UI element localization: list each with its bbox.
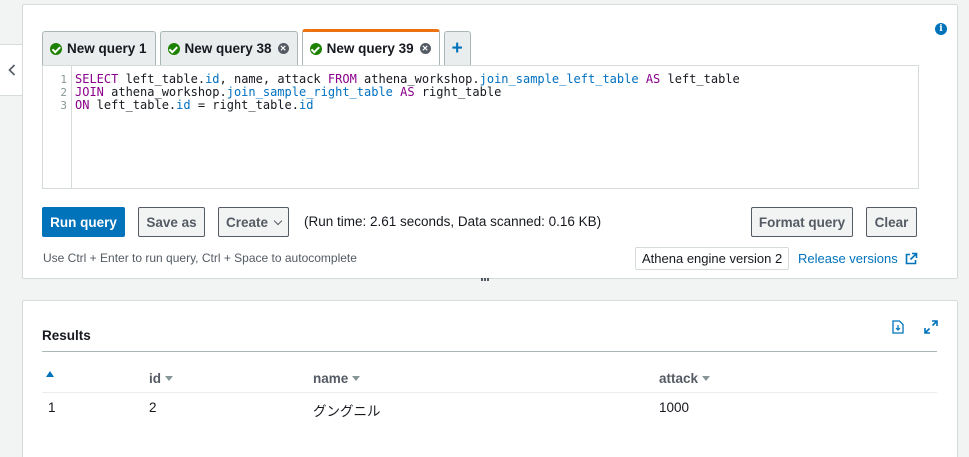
results-title: Results [42, 328, 91, 343]
tab-label: New query 1 [67, 41, 147, 56]
close-icon[interactable]: ✕ [277, 43, 289, 54]
close-icon[interactable]: ✕ [419, 43, 431, 54]
column-label: name [313, 371, 349, 386]
cell-id: 2 [149, 400, 157, 415]
cell-name: グングニル [313, 404, 381, 419]
chevron-down-icon [273, 216, 283, 225]
tab-new-query-38[interactable]: New query 38 ✕ [159, 31, 298, 65]
sort-icon [702, 376, 711, 381]
code-text: ON left_table.id = right_table.id [75, 98, 314, 112]
query-tabs: New query 1 New query 38 ✕ New query 39 … [42, 29, 471, 65]
column-header-attack[interactable]: attack [659, 371, 711, 386]
column-label: id [149, 371, 161, 386]
cell-attack: 1000 [659, 400, 690, 415]
success-check-icon [309, 42, 322, 55]
line-number: 1 [60, 73, 67, 86]
column-header-name[interactable]: name [313, 371, 361, 386]
run-stats: (Run time: 2.61 seconds, Data scanned: 0… [304, 214, 602, 229]
tab-label: New query 38 [184, 41, 272, 56]
results-divider [42, 351, 937, 352]
plus-icon: + [451, 37, 463, 59]
chevron-left-icon [7, 64, 15, 76]
external-link-icon [905, 252, 918, 264]
info-icon[interactable]: i [935, 23, 947, 35]
success-check-icon [167, 42, 180, 55]
create-dropdown-button[interactable]: Create [218, 207, 289, 237]
line-number: 3 [60, 99, 67, 112]
clear-button[interactable]: Clear [866, 207, 917, 237]
tab-new-query-39[interactable]: New query 39 ✕ [301, 29, 440, 65]
save-as-button[interactable]: Save as [138, 207, 205, 237]
column-label: attack [659, 371, 699, 386]
keyboard-hint: Use Ctrl + Enter to run query, Ctrl + Sp… [43, 251, 357, 265]
row-number-sort-header[interactable] [46, 371, 54, 377]
create-label: Create [225, 214, 269, 230]
release-versions-link[interactable]: Release versions [798, 251, 918, 266]
header-divider [42, 392, 937, 393]
results-panel: Results id name attack 1 2 グングニル 1000 [22, 300, 958, 457]
panel-resize-handle[interactable] [481, 278, 491, 282]
download-csv-icon[interactable] [892, 320, 904, 334]
sort-ascending-icon [46, 371, 54, 377]
release-versions-label: Release versions [798, 251, 898, 266]
tab-new-query-1[interactable]: New query 1 [42, 31, 156, 65]
collapse-sidebar-button[interactable] [0, 44, 24, 96]
engine-version-badge: Athena engine version 2 [635, 247, 790, 270]
sort-icon [352, 376, 361, 381]
expand-icon[interactable] [924, 320, 938, 334]
tab-label: New query 39 [326, 41, 414, 56]
success-check-icon [50, 42, 62, 55]
line-number: 2 [60, 86, 67, 99]
sort-icon [165, 376, 173, 381]
format-query-button[interactable]: Format query [751, 207, 853, 237]
run-query-button[interactable]: Run query [42, 207, 125, 237]
row-number: 1 [48, 400, 56, 415]
query-editor-panel: i New query 1 New query 38 ✕ New query 3… [22, 4, 958, 279]
add-tab-button[interactable]: + [443, 31, 471, 65]
sql-editor[interactable]: 1 SELECT left_table.id, name, attack FROM… [42, 65, 919, 189]
column-header-id[interactable]: id [149, 371, 173, 386]
